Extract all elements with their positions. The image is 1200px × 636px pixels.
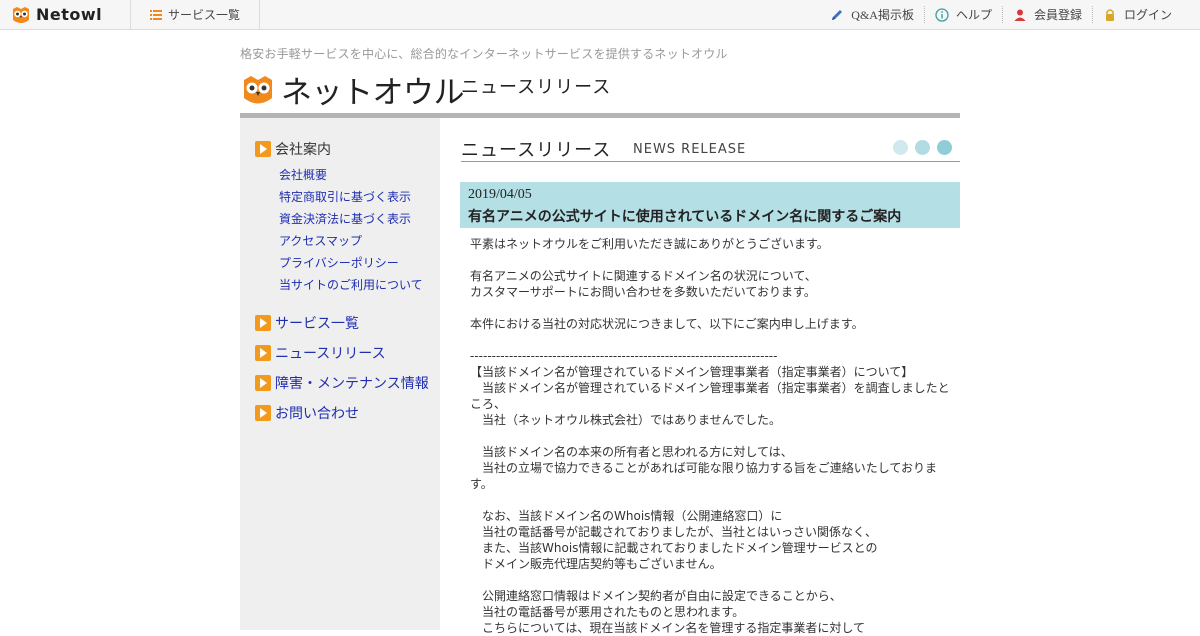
services-menu-label: サービス一覧 — [168, 8, 241, 22]
news-body-line: また、当該Whois情報に記載されておりましたドメイン管理サービスとの — [470, 541, 878, 555]
dot-icon — [893, 140, 908, 155]
login-label: ログイン — [1123, 8, 1172, 22]
sidebar-link-site-terms[interactable]: 当サイトのご利用について — [279, 276, 423, 298]
news-body-line: こちらについては、現在当該ドメイン名を管理する指定事業者に対して — [470, 621, 866, 635]
news-body-line: 当該ドメイン名の本来の所有者と思われる方に対しては、 — [470, 445, 793, 459]
page-heading: ニュースリリース — [461, 77, 612, 98]
owl-logo-icon — [13, 6, 29, 23]
sidebar-link-company-overview[interactable]: 会社概要 — [279, 166, 423, 188]
news-header: 2019/04/05 有名アニメの公式サイトに使用されているドメイン名に関するご… — [460, 182, 960, 228]
sidebar-item-label: 障害・メンテナンス情報 — [275, 376, 429, 392]
list-icon — [150, 9, 162, 20]
sidebar-link-access-map[interactable]: アクセスマップ — [279, 232, 423, 254]
company-subnav: 会社概要 特定商取引に基づく表示 資金決済法に基づく表示 アクセスマップ プライ… — [279, 166, 423, 298]
qa-board-label: Q&A掲示板 — [851, 8, 914, 22]
play-arrow-icon — [255, 375, 271, 391]
news-body-line: 平素はネットオウルをご利用いただき誠にありがとうございます。 — [470, 237, 829, 251]
sidebar-item-label: 会社案内 — [275, 142, 331, 158]
sidebar-item-label: サービス一覧 — [275, 316, 359, 332]
news-body-line: ドメイン販売代理店契約等もございません。 — [470, 557, 722, 571]
sidebar-link-commercial-transactions[interactable]: 特定商取引に基づく表示 — [279, 188, 423, 210]
top-bar: Netowl サービス一覧 Q&A掲示板 ヘルプ 会員登録 ログイン — [0, 0, 1200, 30]
sidebar-link-payment-services[interactable]: 資金決済法に基づく表示 — [279, 210, 423, 232]
pencil-icon — [832, 9, 843, 20]
dot-icon — [937, 140, 952, 155]
login-link[interactable]: ログイン — [1091, 6, 1182, 23]
sidebar-item-services[interactable]: サービス一覧 — [255, 313, 359, 333]
user-icon — [1014, 9, 1026, 21]
news-body-line: 当社の電話番号が記載されておりましたが、当社とはいっさい関係なく、 — [470, 525, 878, 539]
brand-link[interactable]: Netowl — [0, 0, 131, 29]
sidebar-link-privacy-policy[interactable]: プライバシーポリシー — [279, 254, 423, 276]
sidebar-item-label: ニュースリリース — [275, 346, 386, 362]
section-title: ニュースリリース — [461, 140, 612, 161]
help-link[interactable]: ヘルプ — [923, 6, 1002, 23]
lock-icon — [1105, 8, 1114, 21]
news-body-line: 有名アニメの公式サイトに関連するドメイン名の状況について、 — [470, 269, 817, 283]
help-label: ヘルプ — [955, 8, 992, 22]
news-body: 平素はネットオウルをご利用いただき誠にありがとうございます。 有名アニメの公式サイ… — [470, 236, 954, 636]
qa-board-link[interactable]: Q&A掲示板 — [820, 6, 924, 23]
section-title-en: NEWS RELEASE — [633, 142, 747, 157]
register-label: 会員登録 — [1033, 8, 1082, 22]
site-logo[interactable]: ネットオウル — [241, 67, 465, 112]
news-body-line: なお、当該ドメイン名のWhois情報（公開連絡窓口）に — [470, 509, 783, 523]
logo-text: ネットオウル — [281, 75, 465, 111]
register-link[interactable]: 会員登録 — [1001, 6, 1092, 23]
play-arrow-icon — [255, 141, 271, 157]
news-headline: 有名アニメの公式サイトに使用されているドメイン名に関するご案内 — [468, 209, 902, 225]
sidebar-item-news[interactable]: ニュースリリース — [255, 343, 386, 363]
section-divider — [461, 161, 960, 162]
play-arrow-icon — [255, 345, 271, 361]
brand-name: Netowl — [36, 5, 103, 24]
play-arrow-icon — [255, 315, 271, 331]
news-date: 2019/04/05 — [468, 187, 532, 202]
owl-logo-icon — [244, 75, 272, 103]
top-links: Q&A掲示板 ヘルプ 会員登録 ログイン — [820, 0, 1182, 29]
services-menu-button[interactable]: サービス一覧 — [131, 0, 260, 29]
news-body-line: 本件における当社の対応状況につきまして、以下にご案内申し上げます。 — [470, 317, 864, 331]
sidebar: 会社案内 会社概要 特定商取引に基づく表示 資金決済法に基づく表示 アクセスマッ… — [240, 118, 440, 630]
news-body-line: 当社の電話番号が悪用されたものと思われます。 — [470, 605, 745, 619]
news-body-line: カスタマーサポートにお問い合わせを多数いただいております。 — [470, 285, 816, 299]
news-body-line: 【当該ドメイン名が管理されているドメイン管理事業者（指定事業者）について】 — [470, 365, 914, 379]
play-arrow-icon — [255, 405, 271, 421]
site-tagline: 格安お手軽サービスを中心に、総合的なインターネットサービスを提供するネットオウル — [240, 47, 728, 61]
news-body-line: 公開連絡窓口情報はドメイン契約者が自由に設定できることから、 — [470, 589, 842, 603]
info-icon — [935, 7, 949, 22]
sidebar-item-maintenance[interactable]: 障害・メンテナンス情報 — [255, 373, 429, 393]
sidebar-item-company[interactable]: 会社案内 — [255, 139, 331, 159]
dot-icon — [915, 140, 930, 155]
sidebar-item-label: お問い合わせ — [275, 406, 359, 422]
news-body-line: 当社（ネットオウル株式会社）ではありませんでした。 — [470, 413, 782, 427]
sidebar-item-contact[interactable]: お問い合わせ — [255, 403, 359, 423]
news-body-line: ----------------------------------------… — [470, 349, 778, 363]
news-body-line: 当社の立場で協力できることがあれば可能な限り協力する旨をご連絡いたしております。 — [470, 461, 938, 491]
decorative-dots — [893, 140, 959, 155]
news-body-line: 当該ドメイン名が管理されているドメイン管理事業者（指定事業者）を調査しましたとこ… — [470, 381, 950, 411]
